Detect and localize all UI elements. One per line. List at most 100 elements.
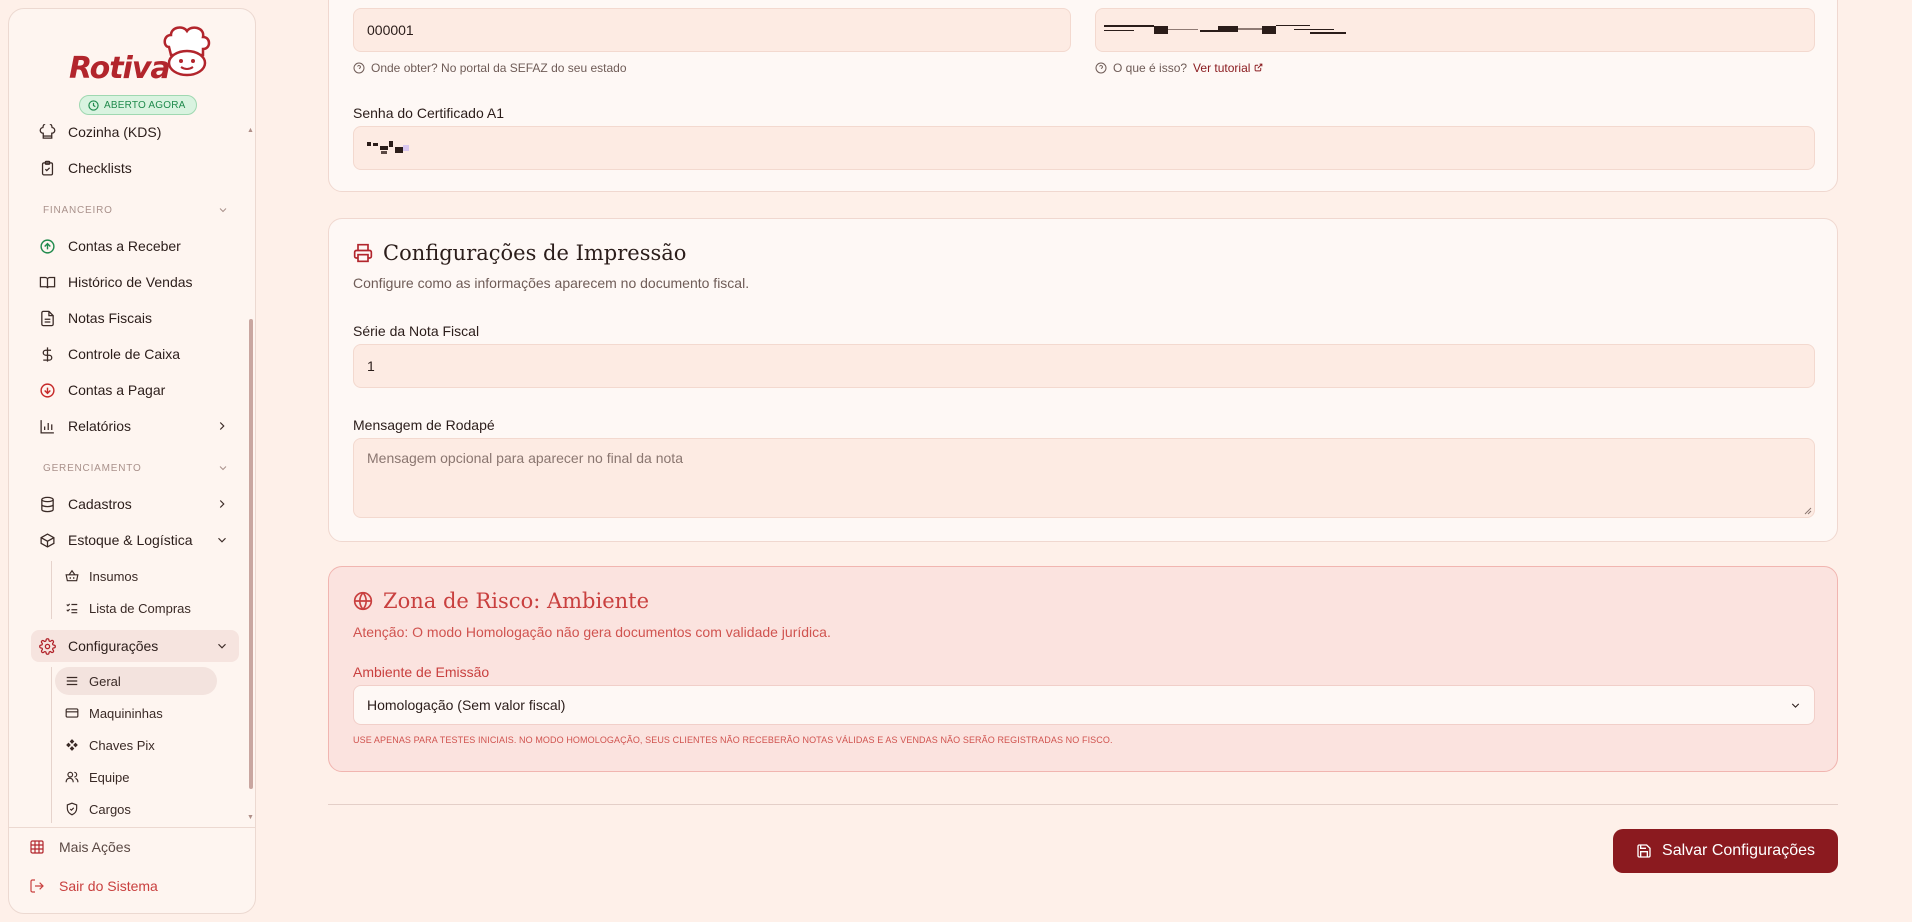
- tutorial-link[interactable]: Ver tutorial: [1193, 61, 1263, 75]
- chevron-right-icon: [219, 500, 225, 508]
- token-hint-text: O que é isso?: [1113, 61, 1188, 75]
- printer-icon: [353, 243, 373, 263]
- chevron-down-icon: [1791, 703, 1800, 708]
- footer-message-placeholder: Mensagem opcional para aparecer no final…: [367, 450, 683, 466]
- sidebar-item-label: Contas a Receber: [68, 238, 181, 254]
- csc-hint-text: Onde obter? No portal da SEFAZ do seu es…: [371, 61, 627, 75]
- open-status-text: ABERTO AGORA: [104, 99, 186, 111]
- sidebar-item-settings[interactable]: Configurações: [31, 630, 239, 662]
- sidebar-subitem-team[interactable]: Equipe: [55, 763, 217, 791]
- sidebar-item-receivables[interactable]: Contas a Receber: [31, 230, 239, 262]
- sidebar-subitem-general[interactable]: Geral: [55, 667, 217, 695]
- sidebar-item-kitchen[interactable]: Cozinha (KDS): [31, 116, 239, 148]
- sidebar-item-registrations[interactable]: Cadastros: [31, 488, 239, 520]
- file-text-icon: [41, 310, 54, 326]
- sidebar-item-cash-control[interactable]: Controle de Caixa: [31, 338, 239, 370]
- dollar-icon: [42, 346, 53, 362]
- gear-icon: [39, 637, 56, 655]
- section-label: FINANCEIRO: [43, 205, 113, 216]
- sidebar-subitem-label: Equipe: [89, 769, 130, 785]
- sidebar-subitem-roles[interactable]: Cargos: [55, 795, 217, 823]
- sidebar-subitem-label: Maquininhas: [89, 705, 163, 721]
- sidebar-item-label: Notas Fiscais: [68, 310, 153, 326]
- pix-icon: [66, 739, 78, 751]
- sidebar-item-sales-history[interactable]: Histórico de Vendas: [31, 266, 239, 298]
- chef-mascot-icon: [163, 26, 211, 77]
- tutorial-link-label: Ver tutorial: [1193, 61, 1251, 75]
- save-icon: [1637, 844, 1651, 858]
- sidebar-scrollbar[interactable]: [249, 319, 253, 789]
- sidebar-item-checklists[interactable]: Checklists: [31, 152, 239, 184]
- external-link-icon: [1254, 63, 1263, 72]
- masked-password-value: [367, 141, 409, 154]
- environment-label: Ambiente de Emissão: [353, 664, 490, 680]
- resize-handle-icon[interactable]: [1804, 507, 1812, 515]
- logout-icon: [30, 879, 44, 893]
- arrow-up-circle-icon: [40, 238, 55, 254]
- more-actions-button[interactable]: Mais Ações: [29, 833, 131, 861]
- users-icon: [65, 771, 79, 783]
- invoice-series-input[interactable]: 1: [353, 344, 1815, 388]
- sidebar-item-inventory[interactable]: Estoque & Logística: [31, 524, 239, 556]
- sidebar-subitem-shopping-list[interactable]: Lista de Compras: [55, 594, 217, 622]
- invoice-series-value: 1: [367, 358, 375, 374]
- save-settings-button[interactable]: Salvar Configurações: [1613, 829, 1838, 873]
- print-settings-subtitle: Configure como as informações aparecem n…: [353, 275, 750, 291]
- chevron-down-icon: [218, 643, 226, 649]
- package-icon: [40, 532, 55, 548]
- risk-zone-title-text: Zona de Risco: Ambiente: [383, 589, 650, 613]
- footer-message-textarea[interactable]: Mensagem opcional para aparecer no final…: [353, 438, 1815, 518]
- chef-hat-icon: [39, 123, 56, 139]
- chevron-down-icon: [219, 466, 227, 471]
- print-settings-card: Configurações de Impressão Configure com…: [328, 218, 1838, 542]
- divider: [328, 804, 1838, 805]
- sidebar-item-payables[interactable]: Contas a Pagar: [31, 374, 239, 406]
- sidebar-item-label: Contas a Pagar: [68, 382, 166, 398]
- environment-select[interactable]: Homologação (Sem valor fiscal): [353, 685, 1815, 725]
- sidebar-item-label: Histórico de Vendas: [68, 274, 193, 290]
- chevron-down-icon: [218, 537, 226, 543]
- scroll-down-icon[interactable]: ▼: [247, 814, 254, 821]
- sidebar-subitem-label: Chaves Pix: [89, 737, 155, 753]
- submenu-line: [51, 561, 52, 619]
- chevron-right-icon: [219, 422, 225, 430]
- logout-label: Sair do Sistema: [59, 878, 158, 894]
- more-actions-label: Mais Ações: [59, 839, 131, 855]
- environment-warning: USE APENAS PARA TESTES INICIAIS. NO MODO…: [353, 735, 1113, 745]
- help-circle-icon: [1095, 62, 1107, 74]
- sidebar-item-invoices[interactable]: Notas Fiscais: [31, 302, 239, 334]
- logout-button[interactable]: Sair do Sistema: [29, 872, 158, 900]
- sidebar-footer: [9, 827, 255, 828]
- risk-zone-title: Zona de Risco: Ambiente: [353, 589, 649, 613]
- sidebar-subitem-label: Cargos: [89, 801, 131, 817]
- basket-icon: [65, 569, 79, 582]
- help-circle-icon: [353, 62, 365, 74]
- sidebar-item-reports[interactable]: Relatórios: [31, 410, 239, 442]
- environment-value: Homologação (Sem valor fiscal): [367, 697, 566, 713]
- masked-token-value: [1104, 25, 1346, 34]
- section-financeiro[interactable]: FINANCEIRO: [43, 205, 233, 216]
- csc-id-value: 000001: [367, 22, 414, 38]
- card-icon: [65, 708, 79, 718]
- sidebar-item-label: Cadastros: [68, 496, 132, 512]
- section-gerenciamento[interactable]: GERENCIAMENTO: [43, 463, 233, 474]
- cert-password-input[interactable]: [353, 126, 1815, 170]
- sidebar-item-label: Checklists: [68, 160, 132, 176]
- csc-id-input[interactable]: 000001: [353, 8, 1071, 52]
- save-settings-label: Salvar Configurações: [1662, 842, 1815, 859]
- risk-zone-card: Zona de Risco: Ambiente Atenção: O modo …: [328, 566, 1838, 772]
- brand-logo[interactable]: Rotiva: [59, 23, 219, 89]
- csc-token-input[interactable]: [1095, 8, 1815, 52]
- sidebar-subitem-pix-keys[interactable]: Chaves Pix: [55, 731, 217, 759]
- cert-password-label: Senha do Certificado A1: [353, 105, 504, 121]
- sidebar: Rotiva ABERTO AGORA ▲ ▼ Cozinha (KDS) Ch…: [8, 8, 256, 914]
- token-hint: O que é isso? Ver tutorial: [1095, 61, 1263, 75]
- invoice-series-label: Série da Nota Fiscal: [353, 323, 480, 339]
- sidebar-subitem-card-machines[interactable]: Maquininhas: [55, 699, 217, 727]
- shield-icon: [66, 802, 78, 816]
- submenu-line: [51, 667, 52, 823]
- sidebar-subitem-supplies[interactable]: Insumos: [55, 562, 217, 590]
- clipboard-check-icon: [41, 160, 54, 176]
- menu-icon: [66, 676, 78, 686]
- scroll-up-icon[interactable]: ▲: [247, 127, 254, 134]
